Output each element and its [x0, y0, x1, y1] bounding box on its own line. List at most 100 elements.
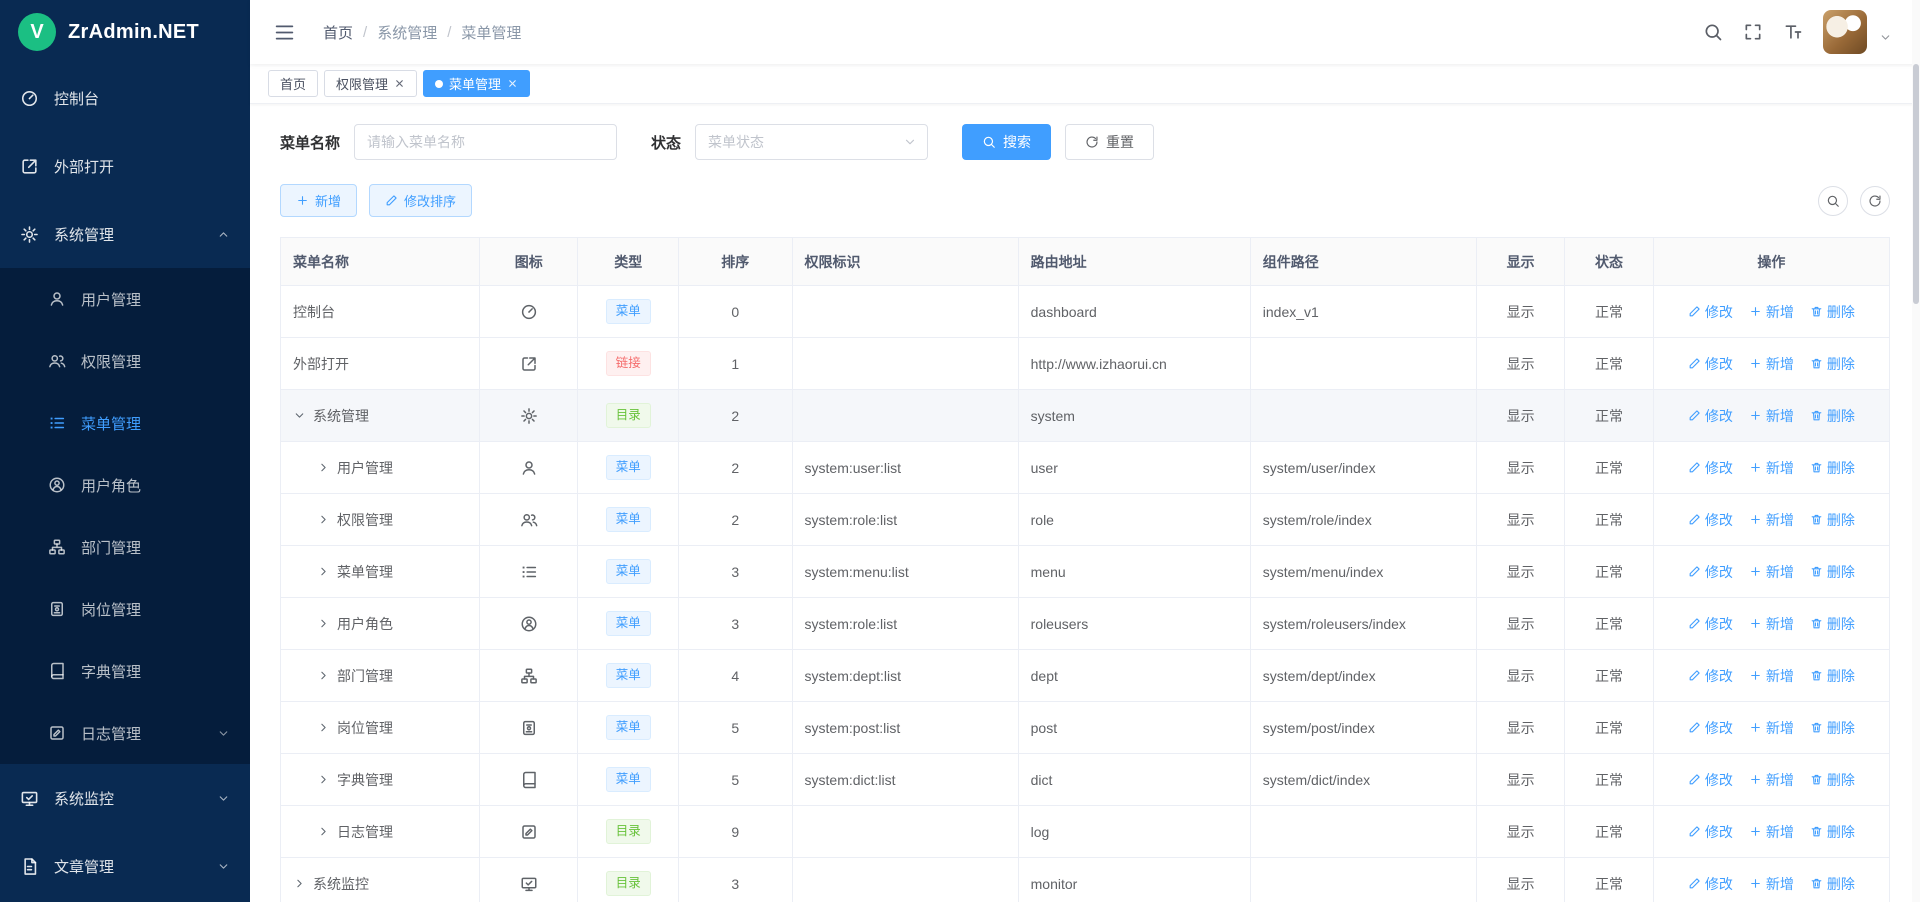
show-search-button[interactable]: [1818, 186, 1848, 216]
edit-link[interactable]: 修改: [1688, 354, 1733, 374]
sidebar-item-0[interactable]: 控制台: [0, 64, 250, 132]
delete-link[interactable]: 删除: [1810, 874, 1855, 894]
tab-1[interactable]: 权限管理: [324, 70, 417, 97]
chevright-icon[interactable]: [317, 825, 330, 838]
edit-link[interactable]: 修改: [1688, 874, 1733, 894]
chevright-icon[interactable]: [317, 773, 330, 786]
reset-button[interactable]: 重置: [1065, 124, 1154, 160]
add-link[interactable]: 新增: [1749, 718, 1794, 738]
edit-link[interactable]: 修改: [1688, 770, 1733, 790]
edit-link[interactable]: 修改: [1688, 562, 1733, 582]
delete-link[interactable]: 删除: [1810, 666, 1855, 686]
add-link[interactable]: 新增: [1749, 770, 1794, 790]
chevright-icon[interactable]: [317, 461, 330, 474]
edit-link[interactable]: 修改: [1688, 406, 1733, 426]
delete-link[interactable]: 删除: [1810, 406, 1855, 426]
app-logo[interactable]: V ZrAdmin.NET: [0, 0, 250, 64]
add-link[interactable]: 新增: [1749, 458, 1794, 478]
sidebar-item-1[interactable]: 外部打开: [0, 132, 250, 200]
sidebar-subitem-6[interactable]: 字典管理: [0, 640, 250, 702]
column-header-0[interactable]: 菜单名称: [281, 238, 480, 286]
monitor-icon: [20, 789, 39, 808]
breadcrumb-home[interactable]: 首页: [323, 22, 353, 43]
perm-cell: system:role:list: [792, 494, 1018, 546]
scrollbar-thumb[interactable]: [1913, 64, 1919, 304]
sidebar-item-3[interactable]: 系统监控: [0, 764, 250, 832]
sidebar-item-2[interactable]: 系统管理: [0, 200, 250, 268]
edit-link[interactable]: 修改: [1688, 614, 1733, 634]
status-select[interactable]: 菜单状态: [695, 124, 928, 160]
delete-link[interactable]: 删除: [1810, 302, 1855, 322]
sidebar-subitem-4[interactable]: 部门管理: [0, 516, 250, 578]
delete-link[interactable]: 删除: [1810, 458, 1855, 478]
add-link[interactable]: 新增: [1749, 874, 1794, 894]
chevright-icon[interactable]: [317, 565, 330, 578]
add-button[interactable]: 新增: [280, 184, 357, 217]
sidebar-subitem-5[interactable]: 岗位管理: [0, 578, 250, 640]
user-avatar[interactable]: [1823, 10, 1867, 54]
column-header-2[interactable]: 类型: [578, 238, 678, 286]
breadcrumb-system[interactable]: 系统管理: [377, 22, 437, 43]
user-menu-caret-icon[interactable]: [1879, 31, 1892, 44]
fullscreen-icon[interactable]: [1743, 22, 1763, 42]
close-icon[interactable]: [507, 78, 518, 89]
column-header-9[interactable]: 操作: [1653, 238, 1889, 286]
add-link[interactable]: 新增: [1749, 354, 1794, 374]
delete-link[interactable]: 删除: [1810, 614, 1855, 634]
menu-name-input[interactable]: [354, 124, 617, 160]
add-link[interactable]: 新增: [1749, 406, 1794, 426]
users-icon: [48, 352, 66, 370]
add-link[interactable]: 新增: [1749, 614, 1794, 634]
add-link[interactable]: 新增: [1749, 510, 1794, 530]
tab-2[interactable]: 菜单管理: [423, 70, 530, 97]
search-icon[interactable]: [1703, 22, 1723, 42]
delete-link[interactable]: 删除: [1810, 770, 1855, 790]
add-link[interactable]: 新增: [1749, 822, 1794, 842]
trash-icon: [1810, 617, 1823, 630]
close-icon[interactable]: [394, 78, 405, 89]
sidebar-subitem-7[interactable]: 日志管理: [0, 702, 250, 764]
edit-link[interactable]: 修改: [1688, 302, 1733, 322]
column-header-8[interactable]: 状态: [1565, 238, 1653, 286]
chevright-icon[interactable]: [317, 617, 330, 630]
hamburger-icon[interactable]: [274, 22, 295, 43]
trash-icon: [1810, 773, 1823, 786]
chevdown-icon[interactable]: [293, 409, 306, 422]
menu-name: 部门管理: [337, 666, 393, 686]
delete-link[interactable]: 删除: [1810, 510, 1855, 530]
sidebar-subitem-3[interactable]: 用户角色: [0, 454, 250, 516]
delete-link[interactable]: 删除: [1810, 562, 1855, 582]
component-cell: [1250, 390, 1476, 442]
sidebar-subitem-2[interactable]: 菜单管理: [0, 392, 250, 454]
column-header-4[interactable]: 权限标识: [792, 238, 1018, 286]
chevright-icon[interactable]: [317, 513, 330, 526]
edit-link[interactable]: 修改: [1688, 822, 1733, 842]
refresh-table-button[interactable]: [1860, 186, 1890, 216]
column-header-6[interactable]: 组件路径: [1250, 238, 1476, 286]
delete-link[interactable]: 删除: [1810, 354, 1855, 374]
add-link[interactable]: 新增: [1749, 302, 1794, 322]
sidebar-subitem-1[interactable]: 权限管理: [0, 330, 250, 392]
column-header-3[interactable]: 排序: [678, 238, 792, 286]
edit-link[interactable]: 修改: [1688, 510, 1733, 530]
edit-link[interactable]: 修改: [1688, 718, 1733, 738]
delete-link[interactable]: 删除: [1810, 822, 1855, 842]
add-link[interactable]: 新增: [1749, 666, 1794, 686]
edit-link[interactable]: 修改: [1688, 666, 1733, 686]
chevright-icon[interactable]: [317, 669, 330, 682]
delete-link[interactable]: 删除: [1810, 718, 1855, 738]
sidebar-subitem-0[interactable]: 用户管理: [0, 268, 250, 330]
font-size-icon[interactable]: [1783, 22, 1803, 42]
column-header-5[interactable]: 路由地址: [1018, 238, 1250, 286]
page-scrollbar[interactable]: [1912, 0, 1920, 902]
chevright-icon[interactable]: [317, 721, 330, 734]
sidebar-item-4[interactable]: 文章管理: [0, 832, 250, 900]
edit-sort-button[interactable]: 修改排序: [369, 184, 472, 217]
edit-link[interactable]: 修改: [1688, 458, 1733, 478]
column-header-1[interactable]: 图标: [479, 238, 577, 286]
tab-0[interactable]: 首页: [268, 70, 318, 97]
add-link[interactable]: 新增: [1749, 562, 1794, 582]
chevright-icon[interactable]: [293, 877, 306, 890]
column-header-7[interactable]: 显示: [1476, 238, 1564, 286]
search-button[interactable]: 搜索: [962, 124, 1051, 160]
